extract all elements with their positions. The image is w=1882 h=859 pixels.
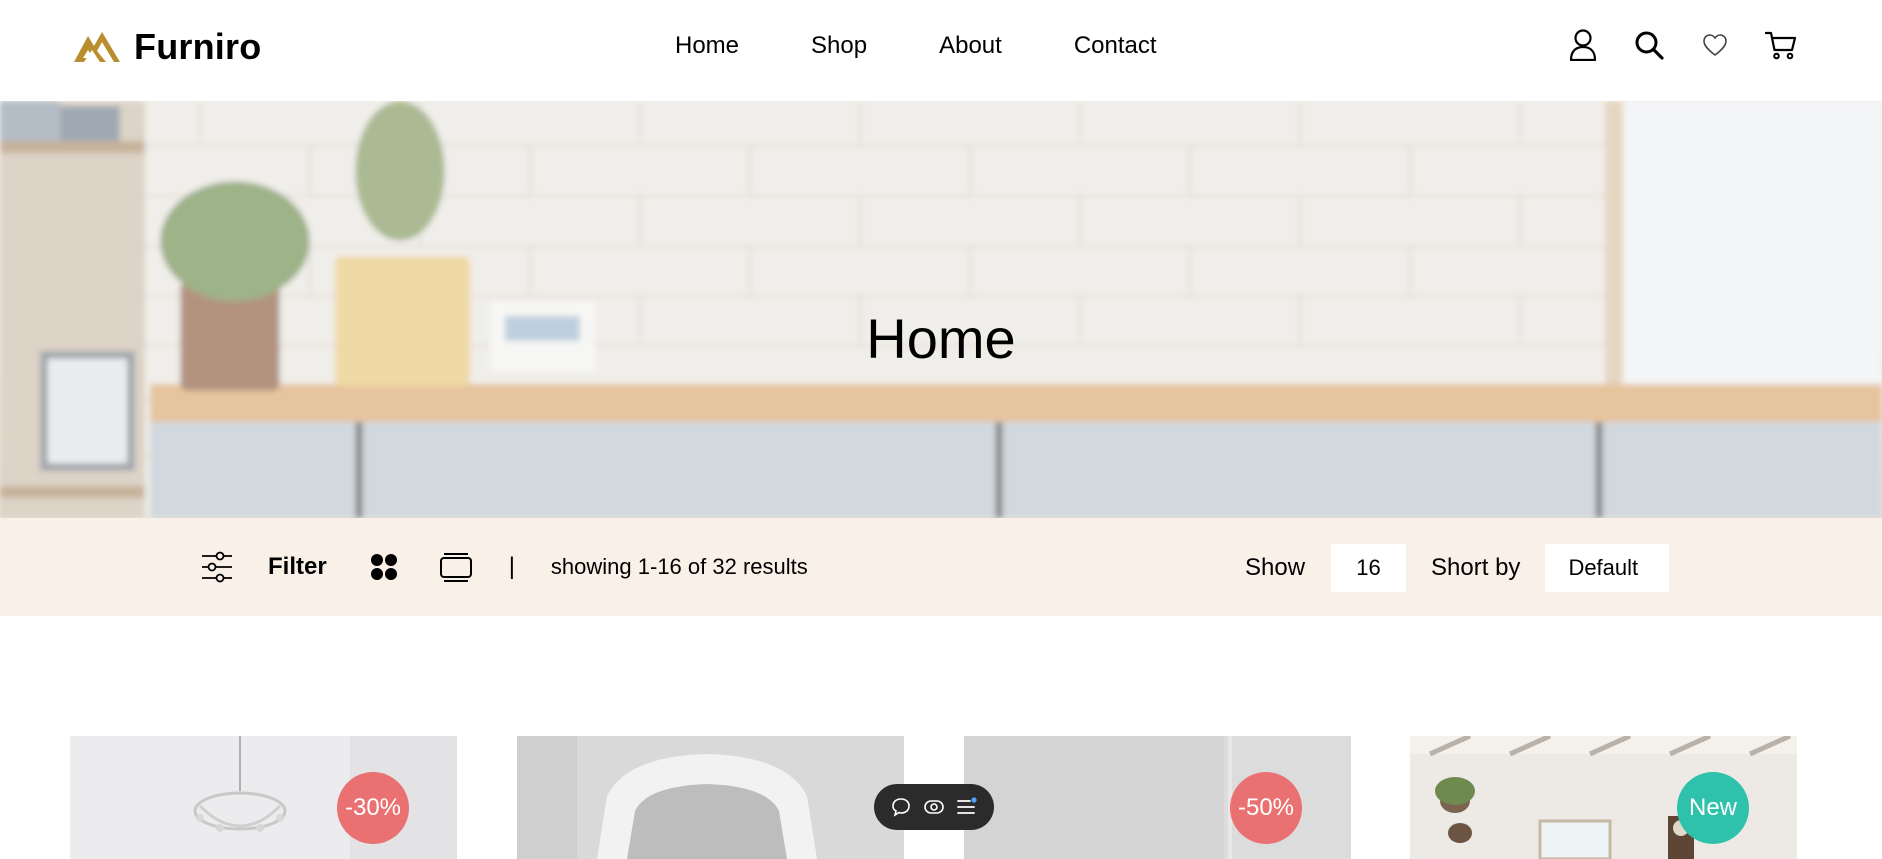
display-options: Show 16 Short by Default [1245, 544, 1670, 592]
filter-bar: Filter | showing 1-16 of 32 results Show… [0, 518, 1882, 616]
grid-view-icon[interactable] [369, 552, 399, 582]
eye-icon[interactable] [923, 796, 945, 818]
new-badge: New [1677, 772, 1749, 844]
chat-icon[interactable] [890, 796, 912, 818]
menu-icon[interactable] [956, 796, 978, 818]
page-title: Home [866, 307, 1016, 370]
product-card[interactable] [517, 736, 904, 859]
search-icon[interactable] [1633, 28, 1665, 62]
brand-name: Furniro [134, 26, 262, 67]
discount-badge: -50% [1230, 772, 1302, 844]
product-card[interactable]: -30% [70, 736, 457, 859]
hero-banner: Home [0, 101, 1882, 518]
sort-select[interactable]: Default [1545, 544, 1670, 592]
logo[interactable]: Furniro [72, 26, 261, 68]
user-icon[interactable] [1567, 28, 1599, 62]
site-header: Furniro Home Shop About Contact [0, 0, 1882, 101]
nav-shop[interactable]: Shop [811, 30, 867, 62]
header-icons [1567, 28, 1797, 62]
filter-sliders-icon[interactable] [200, 550, 234, 584]
nav-home[interactable]: Home [675, 30, 739, 62]
results-count: showing 1-16 of 32 results [550, 554, 808, 579]
sort-label: Short by [1431, 554, 1521, 581]
nav-contact[interactable]: Contact [1074, 30, 1157, 62]
logo-mark-icon [74, 32, 120, 62]
show-label: Show [1245, 554, 1306, 581]
main-nav: Home Shop About Contact [675, 30, 1157, 62]
list-view-icon[interactable] [439, 550, 473, 584]
heart-icon[interactable] [1699, 28, 1731, 62]
filter-button[interactable]: Filter [268, 553, 327, 581]
product-image [517, 736, 904, 859]
discount-badge: -30% [337, 772, 409, 844]
show-count-input[interactable]: 16 [1331, 544, 1407, 592]
product-card[interactable]: New [1410, 736, 1797, 859]
toolbar-divider: | [508, 553, 515, 580]
nav-about[interactable]: About [939, 30, 1002, 62]
filter-controls: Filter | showing 1-16 of 32 results [200, 546, 808, 588]
product-card[interactable]: -50% [964, 736, 1351, 859]
floating-toolbar [874, 784, 994, 830]
cart-icon[interactable] [1765, 28, 1797, 62]
